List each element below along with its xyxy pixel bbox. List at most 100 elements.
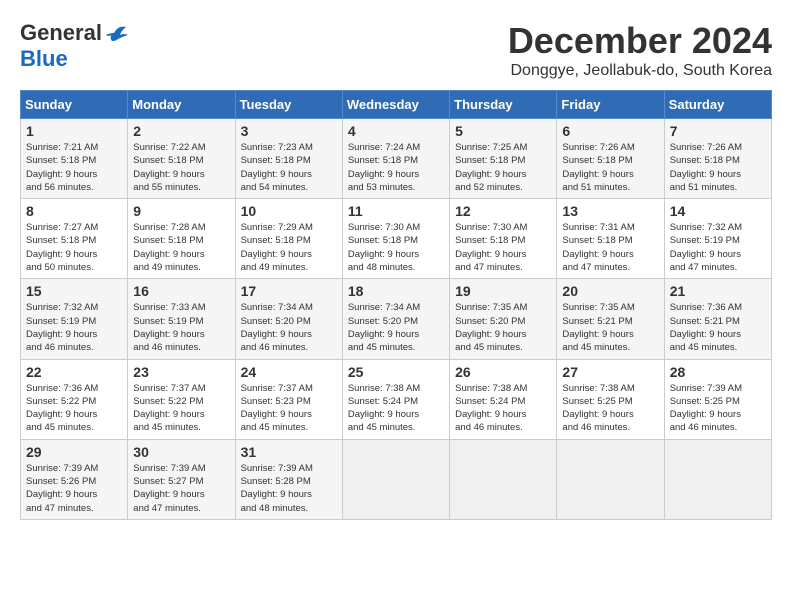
table-row: 30 Sunrise: 7:39 AM Sunset: 5:27 PM Dayli…	[128, 439, 235, 519]
day-number: 22	[26, 364, 122, 380]
table-row: 28 Sunrise: 7:39 AM Sunset: 5:25 PM Dayli…	[664, 359, 771, 439]
day-number: 15	[26, 283, 122, 299]
day-info: Sunrise: 7:30 AM Sunset: 5:18 PM Dayligh…	[455, 221, 551, 274]
day-info: Sunrise: 7:36 AM Sunset: 5:22 PM Dayligh…	[26, 382, 122, 435]
col-friday: Friday	[557, 91, 664, 119]
day-number: 2	[133, 123, 229, 139]
calendar-row: 29Sunrise: 7:39 AM Sunset: 5:26 PM Dayli…	[21, 439, 772, 519]
day-info: Sunrise: 7:34 AM Sunset: 5:20 PM Dayligh…	[348, 301, 444, 354]
table-row: 26 Sunrise: 7:38 AM Sunset: 5:24 PM Dayli…	[450, 359, 557, 439]
day-info: Sunrise: 7:32 AM Sunset: 5:19 PM Dayligh…	[670, 221, 766, 274]
logo-blue: Blue	[20, 46, 68, 71]
table-row: 9 Sunrise: 7:28 AM Sunset: 5:18 PM Daylig…	[128, 199, 235, 279]
day-info: Sunrise: 7:35 AM Sunset: 5:20 PM Dayligh…	[455, 301, 551, 354]
day-number: 30	[133, 444, 229, 460]
day-info: Sunrise: 7:22 AM Sunset: 5:18 PM Dayligh…	[133, 141, 229, 194]
table-row: 16Sunrise: 7:33 AM Sunset: 5:19 PM Dayli…	[128, 279, 235, 359]
col-wednesday: Wednesday	[342, 91, 449, 119]
logo-bird-icon	[106, 23, 128, 43]
table-row: 25Sunrise: 7:38 AM Sunset: 5:24 PM Dayli…	[342, 359, 449, 439]
calendar-row: 22 Sunrise: 7:36 AM Sunset: 5:22 PM Dayli…	[21, 359, 772, 439]
table-row: 5Sunrise: 7:25 AM Sunset: 5:18 PM Daylig…	[450, 119, 557, 199]
day-number: 4	[348, 123, 444, 139]
day-number: 12	[455, 203, 551, 219]
table-row: 6Sunrise: 7:26 AM Sunset: 5:18 PM Daylig…	[557, 119, 664, 199]
table-row: 21 Sunrise: 7:36 AM Sunset: 5:21 PM Dayli…	[664, 279, 771, 359]
day-number: 3	[241, 123, 337, 139]
table-row: 29Sunrise: 7:39 AM Sunset: 5:26 PM Dayli…	[21, 439, 128, 519]
day-number: 29	[26, 444, 122, 460]
day-info: Sunrise: 7:39 AM Sunset: 5:25 PM Dayligh…	[670, 382, 766, 435]
day-info: Sunrise: 7:38 AM Sunset: 5:24 PM Dayligh…	[348, 382, 444, 435]
table-row: 18Sunrise: 7:34 AM Sunset: 5:20 PM Dayli…	[342, 279, 449, 359]
day-info: Sunrise: 7:34 AM Sunset: 5:20 PM Dayligh…	[241, 301, 337, 354]
day-number: 13	[562, 203, 658, 219]
header-row: Sunday Monday Tuesday Wednesday Thursday…	[21, 91, 772, 119]
day-number: 31	[241, 444, 337, 460]
table-row: 4 Sunrise: 7:24 AM Sunset: 5:18 PM Daylig…	[342, 119, 449, 199]
table-row: 22 Sunrise: 7:36 AM Sunset: 5:22 PM Dayli…	[21, 359, 128, 439]
day-info: Sunrise: 7:30 AM Sunset: 5:18 PM Dayligh…	[348, 221, 444, 274]
day-info: Sunrise: 7:37 AM Sunset: 5:22 PM Dayligh…	[133, 382, 229, 435]
day-info: Sunrise: 7:36 AM Sunset: 5:21 PM Dayligh…	[670, 301, 766, 354]
day-info: Sunrise: 7:26 AM Sunset: 5:18 PM Dayligh…	[670, 141, 766, 194]
col-thursday: Thursday	[450, 91, 557, 119]
table-row: 15 Sunrise: 7:32 AM Sunset: 5:19 PM Dayli…	[21, 279, 128, 359]
calendar-row: 1Sunrise: 7:21 AM Sunset: 5:18 PM Daylig…	[21, 119, 772, 199]
day-info: Sunrise: 7:37 AM Sunset: 5:23 PM Dayligh…	[241, 382, 337, 435]
day-number: 1	[26, 123, 122, 139]
table-row	[342, 439, 449, 519]
table-row: 10 Sunrise: 7:29 AM Sunset: 5:18 PM Dayli…	[235, 199, 342, 279]
title-block: December 2024 Donggye, Jeollabuk-do, Sou…	[508, 20, 772, 80]
table-row: 1Sunrise: 7:21 AM Sunset: 5:18 PM Daylig…	[21, 119, 128, 199]
day-number: 24	[241, 364, 337, 380]
logo-general: General	[20, 20, 102, 46]
day-number: 28	[670, 364, 766, 380]
table-row: 7 Sunrise: 7:26 AM Sunset: 5:18 PM Daylig…	[664, 119, 771, 199]
day-number: 8	[26, 203, 122, 219]
table-row	[450, 439, 557, 519]
col-saturday: Saturday	[664, 91, 771, 119]
day-info: Sunrise: 7:26 AM Sunset: 5:18 PM Dayligh…	[562, 141, 658, 194]
table-row: 31 Sunrise: 7:39 AM Sunset: 5:28 PM Dayli…	[235, 439, 342, 519]
table-row: 24 Sunrise: 7:37 AM Sunset: 5:23 PM Dayli…	[235, 359, 342, 439]
day-info: Sunrise: 7:39 AM Sunset: 5:27 PM Dayligh…	[133, 462, 229, 515]
table-row: 13Sunrise: 7:31 AM Sunset: 5:18 PM Dayli…	[557, 199, 664, 279]
day-info: Sunrise: 7:28 AM Sunset: 5:18 PM Dayligh…	[133, 221, 229, 274]
table-row: 8 Sunrise: 7:27 AM Sunset: 5:18 PM Daylig…	[21, 199, 128, 279]
logo: General Blue	[20, 20, 128, 72]
day-number: 27	[562, 364, 658, 380]
day-info: Sunrise: 7:24 AM Sunset: 5:18 PM Dayligh…	[348, 141, 444, 194]
table-row: 20Sunrise: 7:35 AM Sunset: 5:21 PM Dayli…	[557, 279, 664, 359]
day-info: Sunrise: 7:25 AM Sunset: 5:18 PM Dayligh…	[455, 141, 551, 194]
col-sunday: Sunday	[21, 91, 128, 119]
day-info: Sunrise: 7:27 AM Sunset: 5:18 PM Dayligh…	[26, 221, 122, 274]
day-info: Sunrise: 7:39 AM Sunset: 5:28 PM Dayligh…	[241, 462, 337, 515]
table-row: 27Sunrise: 7:38 AM Sunset: 5:25 PM Dayli…	[557, 359, 664, 439]
day-info: Sunrise: 7:38 AM Sunset: 5:24 PM Dayligh…	[455, 382, 551, 435]
calendar-table: Sunday Monday Tuesday Wednesday Thursday…	[20, 90, 772, 520]
table-row	[664, 439, 771, 519]
day-number: 17	[241, 283, 337, 299]
page-header: General Blue December 2024 Donggye, Jeol…	[20, 20, 772, 80]
day-number: 9	[133, 203, 229, 219]
day-info: Sunrise: 7:32 AM Sunset: 5:19 PM Dayligh…	[26, 301, 122, 354]
table-row: 3 Sunrise: 7:23 AM Sunset: 5:18 PM Daylig…	[235, 119, 342, 199]
day-info: Sunrise: 7:33 AM Sunset: 5:19 PM Dayligh…	[133, 301, 229, 354]
table-row: 12 Sunrise: 7:30 AM Sunset: 5:18 PM Dayli…	[450, 199, 557, 279]
day-number: 23	[133, 364, 229, 380]
table-row: 11Sunrise: 7:30 AM Sunset: 5:18 PM Dayli…	[342, 199, 449, 279]
table-row: 23 Sunrise: 7:37 AM Sunset: 5:22 PM Dayli…	[128, 359, 235, 439]
month-title: December 2024	[508, 20, 772, 62]
day-info: Sunrise: 7:23 AM Sunset: 5:18 PM Dayligh…	[241, 141, 337, 194]
day-number: 14	[670, 203, 766, 219]
location-subtitle: Donggye, Jeollabuk-do, South Korea	[508, 62, 772, 80]
table-row: 17 Sunrise: 7:34 AM Sunset: 5:20 PM Dayli…	[235, 279, 342, 359]
day-number: 10	[241, 203, 337, 219]
day-number: 26	[455, 364, 551, 380]
day-number: 21	[670, 283, 766, 299]
calendar-row: 15 Sunrise: 7:32 AM Sunset: 5:19 PM Dayli…	[21, 279, 772, 359]
day-info: Sunrise: 7:29 AM Sunset: 5:18 PM Dayligh…	[241, 221, 337, 274]
day-number: 7	[670, 123, 766, 139]
table-row	[557, 439, 664, 519]
